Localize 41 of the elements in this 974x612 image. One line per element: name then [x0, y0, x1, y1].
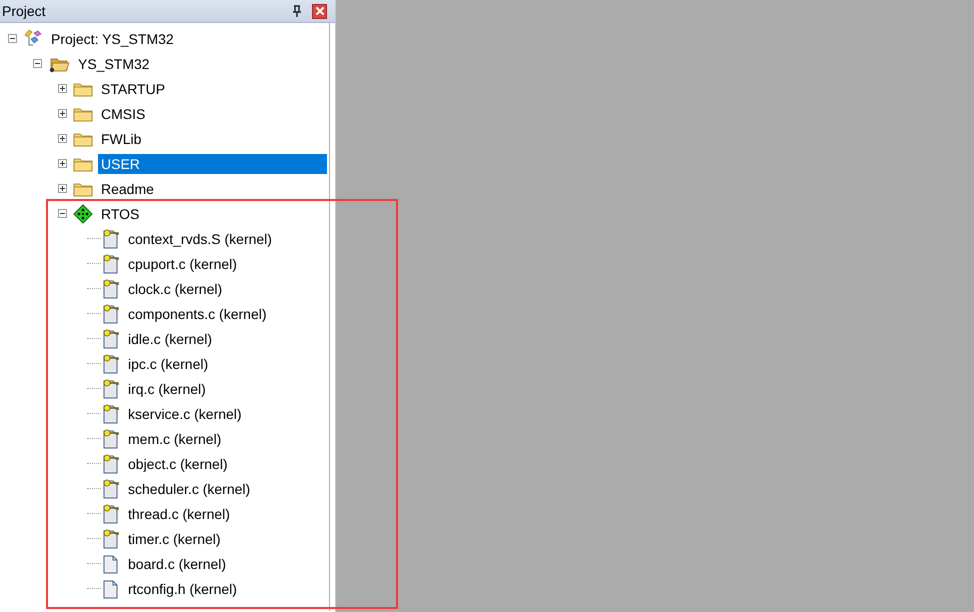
expand-toggle[interactable] — [58, 109, 67, 118]
folder-icon — [73, 156, 93, 172]
folder-icon — [73, 130, 93, 146]
tree-item[interactable]: board.c (kernel) — [125, 554, 230, 574]
tree-item[interactable]: irq.c (kernel) — [125, 378, 209, 398]
tree-item[interactable]: cpuport.c (kernel) — [125, 254, 240, 274]
tree-item[interactable]: kservice.c (kernel) — [125, 404, 245, 424]
tree-item[interactable]: ipc.c (kernel) — [125, 354, 212, 374]
folder-icon — [73, 180, 93, 196]
tree-item[interactable]: timer.c (kernel) — [125, 528, 224, 548]
tree-item[interactable]: YS_STM32 — [75, 54, 153, 74]
folder-icon — [73, 106, 93, 122]
tree-item[interactable]: CMSIS — [98, 104, 148, 124]
tree-item[interactable]: Project: YS_STM32 — [48, 28, 177, 48]
tree-item[interactable]: Readme — [98, 178, 157, 198]
collapse-toggle[interactable] — [8, 34, 17, 43]
tree-item[interactable]: rtconfig.h (kernel) — [125, 578, 240, 598]
panel-title: Project — [2, 3, 47, 19]
pin-icon[interactable] — [292, 5, 302, 17]
tree-item[interactable]: RTOS — [98, 204, 142, 224]
tree-item[interactable]: idle.c (kernel) — [125, 328, 216, 348]
project-icon — [23, 28, 43, 48]
tree-item[interactable]: FWLib — [98, 128, 144, 148]
collapse-toggle[interactable] — [58, 209, 67, 218]
tree-item[interactable]: STARTUP — [98, 78, 168, 98]
expand-toggle[interactable] — [58, 84, 67, 93]
close-button[interactable] — [312, 4, 327, 18]
tree-item[interactable]: mem.c (kernel) — [125, 428, 224, 448]
tree-item[interactable]: USER — [98, 154, 327, 174]
tree-item[interactable]: context_rvds.S (kernel) — [125, 228, 275, 248]
folder-icon — [73, 80, 93, 96]
collapse-toggle[interactable] — [33, 59, 42, 68]
expand-toggle[interactable] — [58, 159, 67, 168]
expand-toggle[interactable] — [58, 134, 67, 143]
tree-item[interactable]: thread.c (kernel) — [125, 504, 233, 524]
tree-item[interactable]: components.c (kernel) — [125, 304, 270, 324]
tree-item[interactable]: scheduler.c (kernel) — [125, 478, 254, 498]
expand-toggle[interactable] — [58, 184, 67, 193]
tree-item[interactable]: object.c (kernel) — [125, 454, 231, 474]
tree-item[interactable]: clock.c (kernel) — [125, 278, 226, 298]
diamond-icon — [73, 204, 93, 224]
